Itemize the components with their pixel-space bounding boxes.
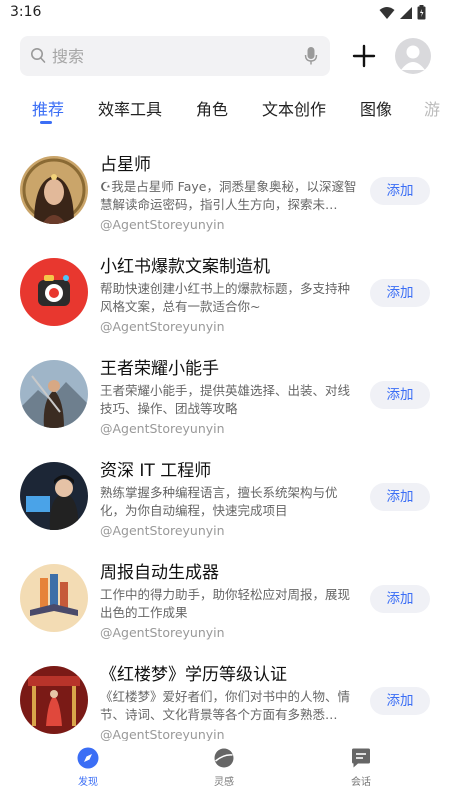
mic-icon[interactable]	[304, 46, 318, 66]
tab-active-indicator	[40, 121, 52, 124]
add-button[interactable]: 添加	[370, 687, 430, 715]
agent-description: 工作中的得力助手，助你轻松应对周报，展现出色的工作成果	[100, 587, 351, 620]
add-button[interactable]: 添加	[370, 279, 430, 307]
list-item[interactable]: 小红书爆款文案制造机 帮助快速创建小红书上的爆款标题，多支持种风格文案，总有一款…	[0, 242, 450, 344]
agent-description: 王者荣耀小能手，提供英雄选择、出装、对线技巧、操作、团战等攻略	[100, 383, 351, 416]
tab-text-creation[interactable]: 文本创作	[262, 96, 326, 120]
agent-title: 王者荣耀小能手	[100, 359, 219, 379]
agent-avatar-honor-of-kings	[20, 360, 88, 428]
agent-title: 周报自动生成器	[100, 563, 219, 583]
agent-title: 占星师	[100, 155, 151, 175]
plus-icon[interactable]	[350, 42, 378, 70]
tab-game[interactable]: 游	[424, 96, 440, 120]
chat-icon	[352, 748, 370, 768]
nav-discover[interactable]: 发现	[58, 747, 118, 788]
agent-author: @AgentStoreyunyin	[100, 523, 225, 538]
bottom-nav: 发现 灵感 会话	[0, 741, 450, 799]
agent-title: 《红楼梦》学历等级认证	[100, 665, 287, 685]
add-button[interactable]: 添加	[370, 177, 430, 205]
list-item[interactable]: 占星师 ☪我是占星师 Faye，洞悉星象奥秘，以深邃智慧解读命运密码，指引人生方…	[0, 140, 450, 242]
nav-label: 会话	[351, 777, 371, 788]
user-avatar-icon[interactable]	[395, 38, 431, 74]
agent-avatar-astrologer	[20, 156, 88, 224]
cell-signal-icon	[400, 6, 412, 19]
search-input[interactable]	[52, 36, 282, 76]
agent-avatar-dream-of-red-chamber	[20, 666, 88, 734]
agent-description: ☪我是占星师 Faye，洞悉星象奥秘，以深邃智慧解读命运密码，指引人生方向，探索…	[100, 179, 357, 212]
agent-description: 帮助快速创建小红书上的爆款标题，多支持种风格文案，总有一款适合你~	[100, 281, 351, 314]
agent-author: @AgentStoreyunyin	[100, 421, 225, 436]
agent-author: @AgentStoreyunyin	[100, 625, 225, 640]
list-item[interactable]: 周报自动生成器 工作中的得力助手，助你轻松应对周报，展现出色的工作成果 @Age…	[0, 548, 450, 650]
agent-avatar-it-engineer	[20, 462, 88, 530]
tab-image[interactable]: 图像	[360, 96, 392, 120]
category-tabs: 推荐 效率工具 角色 文本创作 图像 游	[0, 92, 450, 128]
add-button[interactable]: 添加	[370, 381, 430, 409]
tab-productivity-tools[interactable]: 效率工具	[98, 96, 162, 120]
tab-role[interactable]: 角色	[196, 96, 228, 120]
nav-label: 灵感	[214, 777, 234, 788]
agent-description: 熟练掌握多种编程语言，擅长系统架构与优化，为你自动编程，快速完成项目	[100, 485, 338, 518]
tab-recommend[interactable]: 推荐	[32, 96, 64, 120]
agent-description: 《红楼梦》爱好者们，你们对书中的人物、情节、诗词、文化背景等各个方面有多熟悉…	[100, 689, 351, 722]
list-item[interactable]: 资深 IT 工程师 熟练掌握多种编程语言，擅长系统架构与优化，为你自动编程，快速…	[0, 446, 450, 548]
list-item[interactable]: 《红楼梦》学历等级认证 《红楼梦》爱好者们，你们对书中的人物、情节、诗词、文化背…	[0, 650, 450, 752]
compass-icon	[77, 747, 99, 769]
agent-avatar-xiaohongshu	[20, 258, 88, 326]
list-item[interactable]: 王者荣耀小能手 王者荣耀小能手，提供英雄选择、出装、对线技巧、操作、团战等攻略 …	[0, 344, 450, 446]
agent-author: @AgentStoreyunyin	[100, 727, 225, 742]
agent-author: @AgentStoreyunyin	[100, 319, 225, 334]
planet-icon	[214, 748, 234, 768]
wifi-icon	[379, 6, 395, 19]
nav-inspiration[interactable]: 灵感	[194, 747, 254, 788]
search-box[interactable]	[20, 36, 330, 76]
agent-title: 资深 IT 工程师	[100, 461, 212, 481]
battery-icon	[417, 5, 426, 20]
nav-conversations[interactable]: 会话	[331, 747, 391, 788]
status-time: 3:16	[10, 4, 42, 20]
status-icons	[379, 5, 426, 20]
search-icon	[31, 48, 46, 63]
agent-avatar-weekly-report	[20, 564, 88, 632]
add-button[interactable]: 添加	[370, 585, 430, 613]
add-button[interactable]: 添加	[370, 483, 430, 511]
nav-label: 发现	[78, 777, 98, 788]
search-row	[0, 36, 450, 76]
agent-author: @AgentStoreyunyin	[100, 217, 225, 232]
status-bar: 3:16	[0, 0, 450, 26]
agent-title: 小红书爆款文案制造机	[100, 257, 270, 277]
